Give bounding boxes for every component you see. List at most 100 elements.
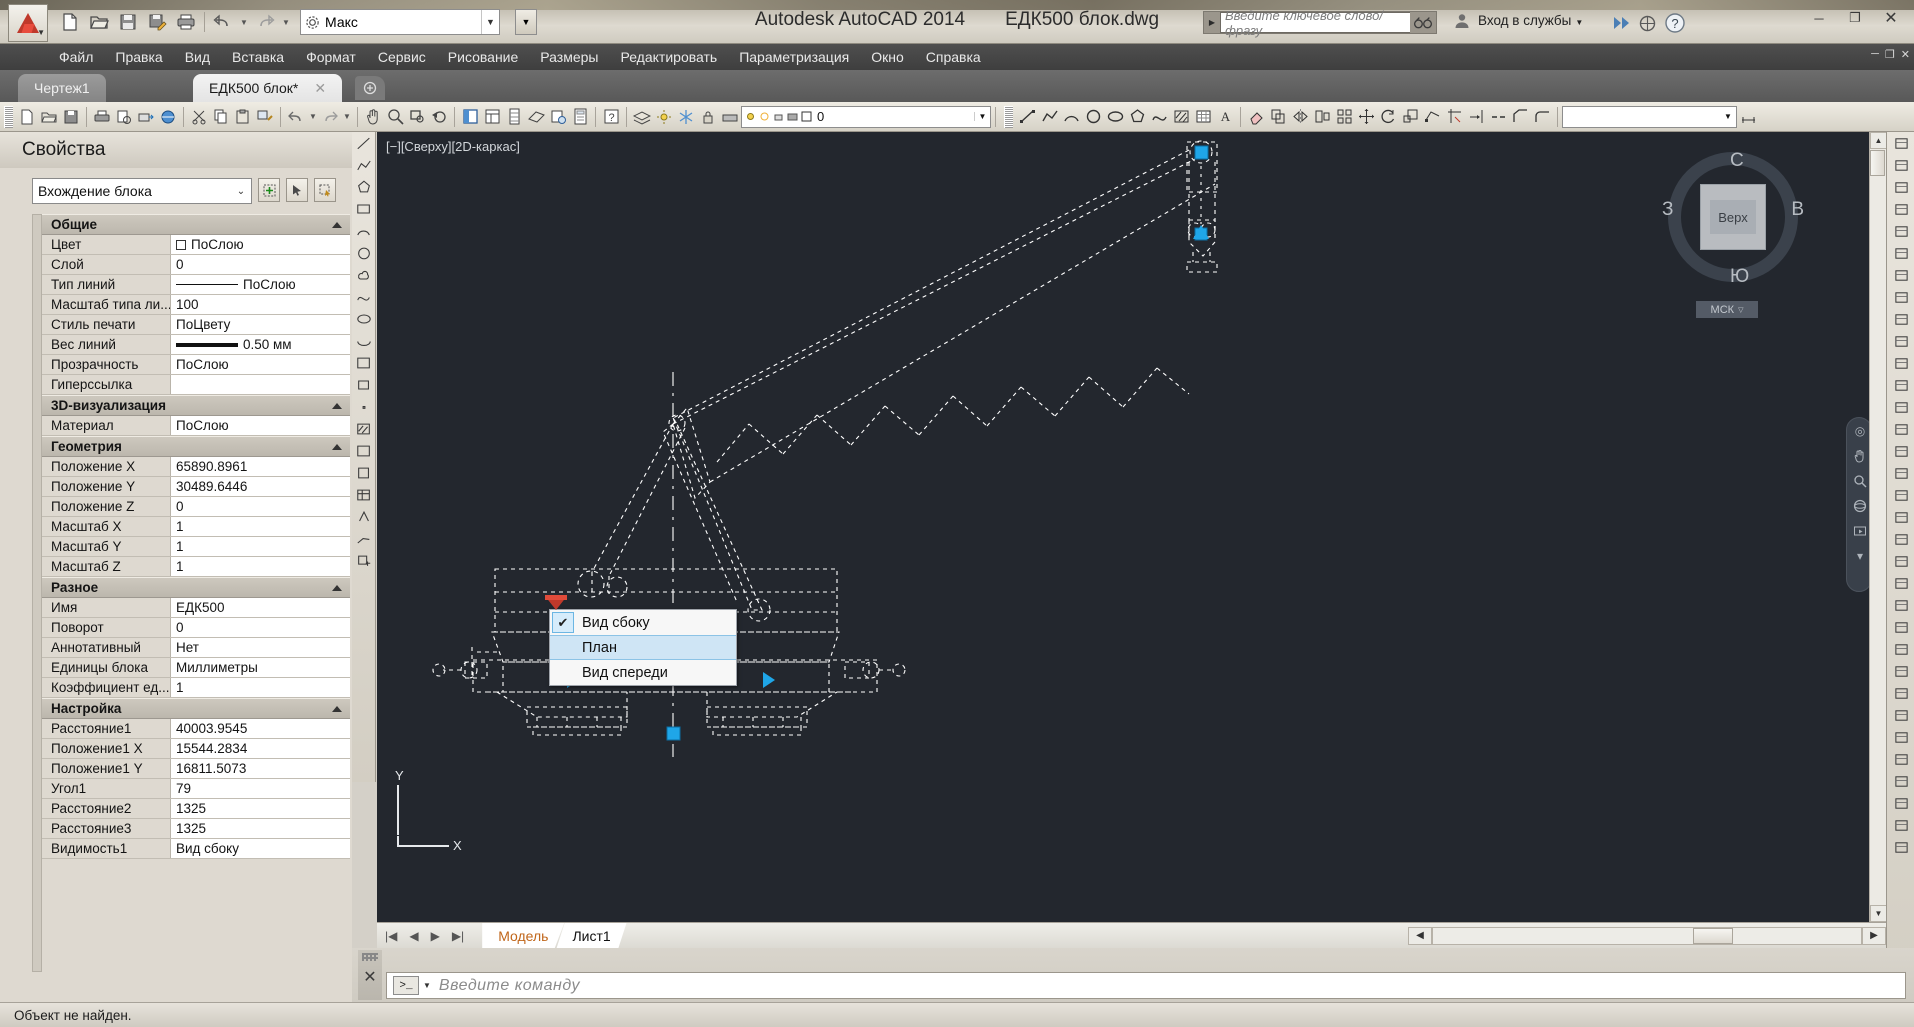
new-tab-button[interactable] <box>355 76 385 100</box>
preview-icon[interactable] <box>113 105 135 129</box>
search-input[interactable]: Введите ключевое слово/фразу <box>1220 8 1410 38</box>
erase-icon[interactable] <box>1887 462 1914 484</box>
layout-tab-sheet1[interactable]: Лист1 <box>556 922 627 949</box>
property-value-cell[interactable]: ПоСлою <box>171 235 350 254</box>
hatch-icon[interactable] <box>352 418 376 440</box>
polyline-icon[interactable] <box>1038 105 1060 129</box>
compass-east-label[interactable]: В <box>1791 199 1804 221</box>
scroll-left-button[interactable]: ◀ <box>1408 926 1432 945</box>
linetype-control[interactable]: ▼ <box>1562 105 1737 128</box>
property-row[interactable]: Вес линий 0.50 мм <box>42 335 350 355</box>
zoom-window-icon[interactable] <box>406 105 428 129</box>
command-prompt-icon[interactable]: >_ <box>393 976 419 995</box>
scroll-track[interactable] <box>1432 926 1862 945</box>
redo-icon[interactable] <box>319 105 341 129</box>
property-value-cell[interactable]: 1325 <box>171 799 350 818</box>
edit-hatch-icon[interactable] <box>1887 616 1914 638</box>
quickcalc-icon[interactable] <box>569 105 591 129</box>
properties-section-header[interactable]: Настройка <box>42 698 350 719</box>
scroll-thumb[interactable] <box>1870 150 1885 176</box>
copy-object-icon[interactable] <box>1267 105 1289 129</box>
add-selected-icon[interactable] <box>352 550 376 572</box>
trim-icon[interactable] <box>1887 308 1914 330</box>
make-block-icon[interactable] <box>352 374 376 396</box>
move-icon[interactable] <box>1887 132 1914 154</box>
property-value-cell[interactable]: 65890.8961 <box>171 457 350 476</box>
break-icon[interactable] <box>1487 105 1509 129</box>
property-value-cell[interactable] <box>171 375 350 394</box>
menu-item-11[interactable]: Окно <box>860 46 915 68</box>
plot-icon[interactable] <box>91 105 113 129</box>
circle-icon[interactable] <box>352 242 376 264</box>
properties-section-header[interactable]: Общие <box>42 214 350 235</box>
elliptical-arc-icon[interactable] <box>352 330 376 352</box>
property-value-cell[interactable]: 0 <box>171 497 350 516</box>
property-value-cell[interactable]: 30489.6446 <box>171 477 350 496</box>
undo-dropdown-icon[interactable]: ▼ <box>307 112 319 121</box>
chevron-down-icon[interactable]: ⌄ <box>231 186 251 197</box>
workspace-selector[interactable]: Макс ▼ <box>300 9 500 35</box>
align-icon[interactable] <box>1887 484 1914 506</box>
layer-on-icon[interactable] <box>653 105 675 129</box>
undo-dropdown-icon[interactable]: ▼ <box>238 18 250 27</box>
menu-item-1[interactable]: Файл <box>48 46 104 68</box>
minimize-button[interactable]: ─ <box>1802 6 1836 30</box>
doc-close-button[interactable]: ✕ <box>1901 48 1910 61</box>
property-row[interactable]: Аннотативный Нет <box>42 638 350 658</box>
toolbar-grip[interactable] <box>1004 105 1013 128</box>
property-value-cell[interactable]: 0 <box>171 255 350 274</box>
property-row[interactable]: Масштаб Y 1 <box>42 537 350 557</box>
property-value-cell[interactable]: 1 <box>171 557 350 576</box>
3dprint-icon[interactable] <box>157 105 179 129</box>
divide-icon[interactable] <box>1887 550 1914 572</box>
property-row[interactable]: Видимость1 Вид сбоку <box>42 839 350 859</box>
layer-freeze-icon[interactable] <box>675 105 697 129</box>
match-properties-icon[interactable] <box>254 105 276 129</box>
chevron-down-icon[interactable]: ▼ <box>974 112 990 121</box>
matchprop-icon[interactable] <box>1887 726 1914 748</box>
revcloud-icon[interactable] <box>352 264 376 286</box>
region-icon[interactable] <box>352 462 376 484</box>
scroll-down-button[interactable]: ▼ <box>1870 905 1886 922</box>
chamfer-icon[interactable] <box>1509 105 1531 129</box>
stay-connected-icon[interactable] <box>1639 15 1656 32</box>
menu-item-12[interactable]: Справка <box>915 46 992 68</box>
save-as-icon[interactable] <box>143 8 171 36</box>
scroll-thumb[interactable] <box>1693 927 1733 944</box>
property-value-cell[interactable]: ЕДК500 <box>171 598 350 617</box>
undo-icon[interactable] <box>285 105 307 129</box>
chamfer-icon[interactable] <box>1887 396 1914 418</box>
trim-icon[interactable] <box>1443 105 1465 129</box>
markup-icon[interactable] <box>547 105 569 129</box>
stretch-icon[interactable] <box>1421 105 1443 129</box>
save-icon[interactable] <box>114 8 142 36</box>
pan-icon[interactable] <box>362 105 384 129</box>
property-value-cell[interactable]: 16811.5073 <box>171 759 350 778</box>
sheetset-icon[interactable] <box>525 105 547 129</box>
property-row[interactable]: Положение Z 0 <box>42 497 350 517</box>
maximize-button[interactable]: ❐ <box>1838 6 1872 30</box>
insert-block-icon[interactable] <box>352 352 376 374</box>
gradient-icon[interactable] <box>352 440 376 462</box>
scale-icon[interactable] <box>1399 105 1421 129</box>
property-value-cell[interactable]: Миллиметры <box>171 658 350 677</box>
property-value-cell[interactable]: Вид сбоку <box>171 839 350 858</box>
visibility-menu-item[interactable]: ✔ Вид сбоку <box>550 610 736 635</box>
command-input-row[interactable]: >_ ▼ Введите команду <box>386 972 1906 999</box>
rectangle-icon[interactable] <box>352 198 376 220</box>
ucs-selector[interactable]: МСК ▽ <box>1696 301 1758 318</box>
polygon-icon[interactable] <box>352 176 376 198</box>
open-icon[interactable] <box>85 8 113 36</box>
property-row[interactable]: Положение1 X 15544.2834 <box>42 739 350 759</box>
layer-properties-icon[interactable] <box>631 105 653 129</box>
publish-icon[interactable] <box>135 105 157 129</box>
file-tab-edk500[interactable]: ЕДК500 блок* ✕ <box>193 74 343 102</box>
table-icon[interactable] <box>352 484 376 506</box>
audit-icon[interactable] <box>1887 814 1914 836</box>
property-value-cell[interactable]: 0 <box>171 618 350 637</box>
help-icon[interactable]: ? <box>600 105 622 129</box>
layer-lock-icon[interactable] <box>697 105 719 129</box>
ellipse-icon[interactable] <box>1104 105 1126 129</box>
block-editor-icon[interactable] <box>1887 660 1914 682</box>
copy-icon[interactable] <box>210 105 232 129</box>
